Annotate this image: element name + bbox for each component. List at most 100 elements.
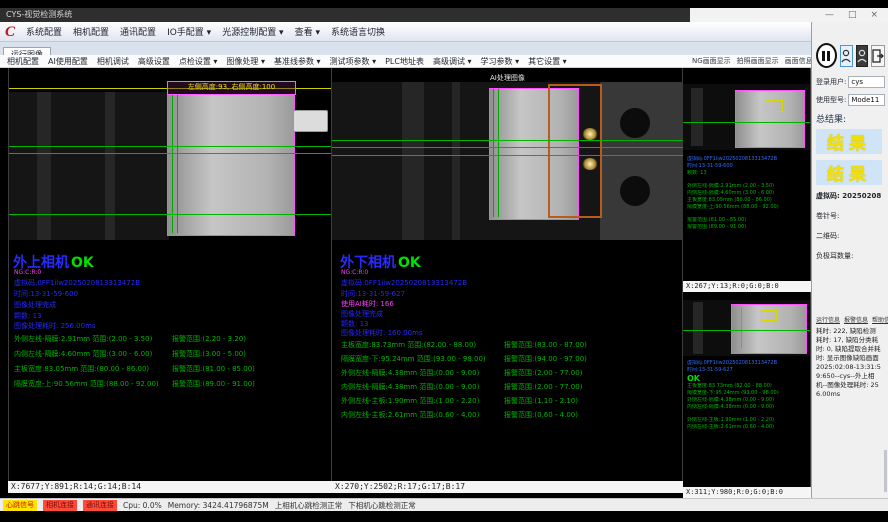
machine-block [600, 82, 683, 240]
small-line: 时间:13-31-59-600 [687, 163, 807, 170]
menu-language-switch[interactable]: 系统语言切换 [331, 25, 385, 38]
user-dark-icon [857, 49, 867, 63]
small-line: 外侧左线-主板:1.90mm (1.00 - 2.20) [687, 417, 807, 424]
menu-io-config[interactable]: IO手配置 ▾ [167, 25, 211, 38]
machine-strip [402, 82, 424, 240]
virtual-code-row: 虚拟码: 20250208 [816, 191, 885, 201]
machine-background [9, 92, 169, 240]
measurement-value: 内侧左线-隔膜:4.38mm 范围:(0.00 - 9.00) [341, 382, 504, 392]
alarm-range: 报警范围:(2.20 - 3.20) [172, 334, 246, 344]
camera-view-lower[interactable]: AI处理图像 外下相机OK NG:C:R:0 虚拟码:0FF1iiw202502… [332, 68, 683, 481]
runtime-log-text: 耗时: 222, 缺陷检测耗时: 17, 缺陷分类耗时: 0, 缺陷提取合并耗时… [816, 327, 882, 399]
measurement-value: 内侧左线-主板:2.61mm 范围:(0.60 - 4.00) [341, 410, 504, 420]
small-line: 主板宽度:83.73mm (82.00 - 88.00) [687, 383, 807, 390]
login-user-field[interactable]: cys [848, 76, 885, 88]
login-user-label: 登录用户: [816, 77, 846, 87]
small-line: 报警范围:(89.00 - 91.00) [687, 224, 807, 231]
tab-count-label: 负极耳数量: [816, 251, 885, 261]
alarm-range: 报警范围:(3.00 - 5.00) [172, 349, 246, 359]
tool-baseline-params[interactable]: 基准线参数 ▾ [274, 56, 321, 67]
maximize-button[interactable]: □ [848, 8, 857, 22]
tab-alarm-info[interactable]: 报警信息 [844, 315, 868, 324]
pause-button[interactable] [816, 43, 837, 68]
admin-button[interactable] [856, 45, 869, 67]
time-line: 时间:13-31-59-600 [14, 289, 78, 299]
user-login-button[interactable] [840, 45, 853, 67]
measurement-row: 隔膜宽度-上:90.56mm 范围:(88.00 - 92.00) 报警范围:(… [14, 379, 328, 394]
tool-plc-address[interactable]: PLC地址表 [385, 56, 424, 67]
window-controls: — □ × [690, 8, 888, 22]
tool-camera-config[interactable]: 相机配置 [7, 56, 39, 67]
menu-view[interactable]: 查看 ▾ [295, 25, 320, 38]
alarm-range: 报警范围:(0.60 - 4.00) [504, 410, 578, 420]
green-measure-line [9, 146, 331, 147]
machine-strip [105, 92, 115, 240]
user-icon [841, 49, 851, 63]
camera-view-upper[interactable]: 左侧高度:93, 右侧高度:100 外上相机OK NG:C:R:0 虚拟码:0F… [8, 68, 332, 481]
done-line: 图像处理完成 [341, 309, 383, 319]
alarm-range: 报警范围:(94.00 - 97.00) [504, 354, 587, 364]
small-line: 虚拟码:0FF1iiw2025020813313472B [687, 156, 807, 163]
machine-strip [452, 82, 460, 240]
tab-help-info[interactable]: 帮助信息 [872, 315, 888, 324]
menu-comm-config[interactable]: 通讯配置 [120, 25, 156, 38]
pause-icon [822, 51, 825, 61]
app-logo-icon: C [5, 23, 15, 41]
close-button[interactable]: × [870, 8, 878, 22]
measurement-row: 主板宽度:83.73mm 范围:(82.00 - 88.00) 报警范围:(83… [341, 340, 679, 354]
tool-ai-config[interactable]: AI使用配置 [48, 56, 88, 67]
small-line: 内侧左线-隔膜:4.38mm (0.00 - 9.00) [687, 404, 807, 411]
measurement-row: 外侧左线-主板:1.90mm 范围:(1.00 - 2.20) 报警范围:(1.… [341, 396, 679, 410]
green-edge-line [177, 95, 178, 233]
tool-image-processing[interactable]: 图像处理 ▾ [226, 56, 265, 67]
green-measure-line [332, 155, 683, 156]
result-upper-badge: 结果 [816, 129, 882, 154]
heartbeat-badge: 心跳信号 [3, 500, 37, 511]
menu-camera-config[interactable]: 相机配置 [73, 25, 109, 38]
tool-spot-check[interactable]: 点检设置 ▾ [179, 56, 218, 67]
tool-advanced-settings[interactable]: 高级设置 [138, 56, 170, 67]
tab-view-info[interactable]: 画面信息 [785, 56, 813, 66]
elapsed-line: 图像处理耗时: 160.00ms [341, 328, 423, 338]
small-line: 虚拟码:0FF1iiw2025020813313472B [687, 360, 807, 367]
alarm-range: 报警范围:(83.00 - 87.00) [504, 340, 587, 350]
alarm-range: 报警范围:(1.10 - 2.10) [504, 396, 578, 406]
tool-test-params[interactable]: 测试项参数 ▾ [330, 56, 377, 67]
small-line: 隔膜宽度-上:90.56mm (88.00 - 92.00) [687, 204, 807, 211]
tab-ng-view[interactable]: NG画面显示 [692, 56, 731, 66]
minimize-button[interactable]: — [825, 8, 834, 22]
tool-learning-params[interactable]: 学习参数 ▾ [481, 56, 520, 67]
qr-code-label: 二维码: [816, 231, 885, 241]
small-camera-2-view[interactable] [683, 300, 810, 356]
tab-capture-view[interactable]: 拍照画面显示 [737, 56, 779, 66]
measurement-row: 隔膜宽度-下:95.24mm 范围:(93.00 - 98.00) 报警范围:(… [341, 354, 679, 368]
tool-advanced-debug[interactable]: 高级调试 ▾ [433, 56, 472, 67]
tool-other-settings[interactable]: 其它设置 ▾ [528, 56, 567, 67]
info-scrollbar[interactable] [884, 450, 887, 492]
measurement-row: 主板宽度:83.05mm 范围:(80.00 - 86.00) 报警范围:(81… [14, 364, 328, 379]
model-field[interactable]: Mode11 [848, 94, 885, 106]
tab-run-info[interactable]: 运行信息 [816, 315, 840, 324]
alarm-range: 报警范围:(81.00 - 85.00) [172, 364, 255, 374]
small-line: 时间:13-31-59-627 [687, 367, 807, 374]
menu-system-config[interactable]: 系统配置 [26, 25, 62, 38]
small-line: 内侧左线-隔膜:4.60mm (3.00 - 6.00) [687, 190, 807, 197]
green-measure-line [9, 214, 331, 215]
pixel-coords-small-2: X:311;Y:980;R:0;G:0;B:0 [683, 487, 811, 498]
total-result-label: 总结果: [816, 112, 885, 125]
control-panel: 登录用户: cys 使用型号: Mode11 总结果: 结果 结果 虚拟码: 2… [811, 22, 888, 498]
ai-image-label: AI处理图像 [490, 73, 525, 83]
small-line: 隔膜宽度-下:95.24mm (93.00 - 98.00) [687, 390, 807, 397]
measurement-value: 主板宽度:83.73mm 范围:(82.00 - 88.00) [341, 340, 504, 350]
virtual-code-label: 虚拟码: [816, 192, 840, 200]
tool-camera-debug[interactable]: 相机调试 [97, 56, 129, 67]
window-title: CYS-视觉检测系统 [6, 8, 72, 22]
pin-number-label: 卷针号: [816, 211, 885, 221]
exit-button[interactable] [871, 45, 885, 67]
model-label: 使用型号: [816, 95, 846, 105]
small-camera-1-view[interactable] [683, 84, 810, 150]
cyan-marker [741, 308, 742, 348]
pixel-coords-small-1: X:267;Y:13;R:0;G:0;B:0 [683, 281, 811, 292]
ai-detection-box [548, 84, 602, 218]
menu-light-config[interactable]: 光源控制配置 ▾ [222, 25, 283, 38]
